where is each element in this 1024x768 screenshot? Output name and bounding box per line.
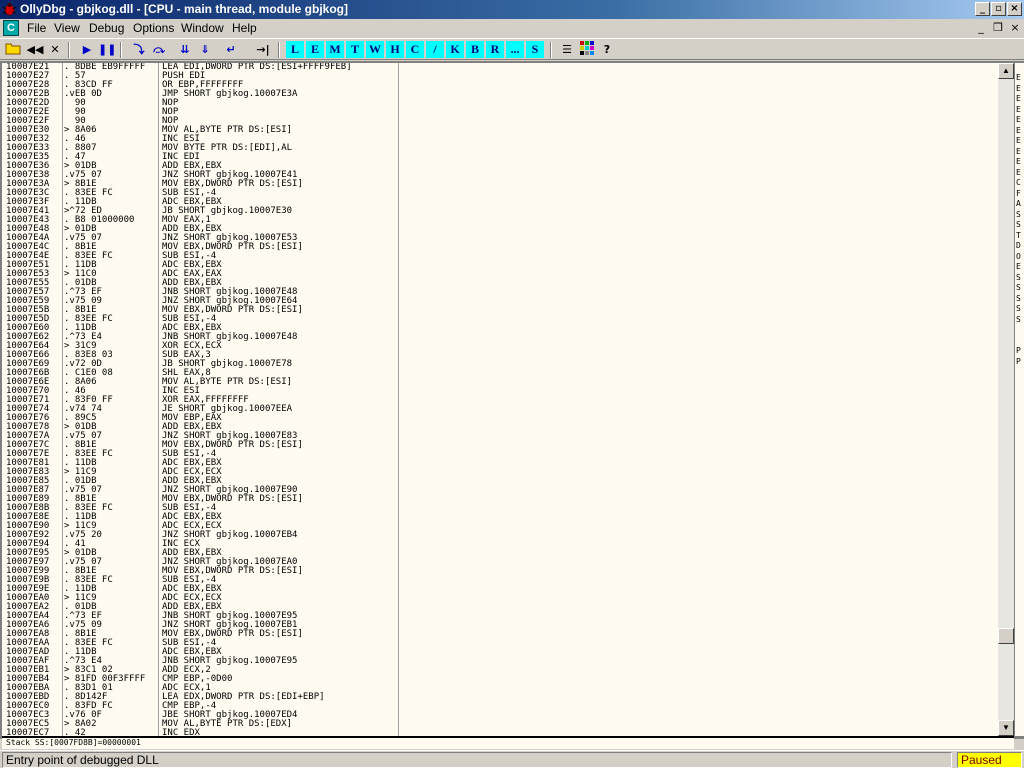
comment-line: E <box>1016 115 1021 124</box>
go-to-icon[interactable]: →| <box>254 41 272 58</box>
comment-line: E <box>1016 94 1021 103</box>
comment-line: S <box>1016 283 1021 292</box>
comment-line: E <box>1016 167 1021 177</box>
modules-window-button[interactable]: E <box>306 41 324 58</box>
ollydbg-bug-icon <box>2 3 17 16</box>
window-title: OllyDbg - gbjkog.dll - [CPU - main threa… <box>20 2 348 16</box>
ollydbg-window: OllyDbg - gbjkog.dll - [CPU - main threa… <box>0 0 1024 768</box>
comment-line: P <box>1016 346 1021 355</box>
cpu-window-icon[interactable]: C <box>3 20 19 36</box>
comment-line: P <box>1016 356 1021 366</box>
minimize-button[interactable]: _ <box>975 2 990 16</box>
help-icon[interactable]: ? <box>598 41 616 58</box>
child-minimize-button[interactable]: _ <box>974 21 988 35</box>
menu-debug[interactable]: Debug <box>89 21 124 35</box>
title-bar[interactable]: OllyDbg - gbjkog.dll - [CPU - main threa… <box>0 0 1024 19</box>
close-program-icon[interactable]: ✕ <box>46 41 64 58</box>
comment-line: E <box>1016 125 1021 135</box>
comment-line: E <box>1016 146 1021 156</box>
disassembly-pane[interactable]: 10007E21. 8DBE EB9FFFFF LEA EDI,DWORD PTR… <box>2 63 998 736</box>
status-state-badge: Paused <box>957 752 1022 768</box>
references-window-button[interactable]: R <box>486 41 504 58</box>
disassembly-row[interactable]: 10007E92 .v75 20 JNZ SHORT gbjkog.10007EB4 <box>2 531 398 540</box>
comment-line: F <box>1016 188 1021 198</box>
comment-line: A <box>1016 199 1021 208</box>
comment-line: D <box>1016 241 1021 250</box>
child-close-button[interactable]: × <box>1008 21 1022 35</box>
comment-line: S <box>1016 304 1021 313</box>
comment-line: O <box>1016 251 1021 261</box>
close-button[interactable]: × <box>1007 2 1022 16</box>
step-into-icon[interactable]: ⤵ <box>130 41 148 58</box>
comment-line: E <box>1016 104 1021 114</box>
menu-view[interactable]: View <box>54 21 80 35</box>
threads-window-button[interactable]: T <box>346 41 364 58</box>
restart-icon[interactable]: ◀◀ <box>26 41 44 58</box>
disassembly-scrollbar[interactable]: ▲ ▼ <box>998 63 1014 736</box>
patches-window-button[interactable]: / <box>426 41 444 58</box>
menu-window[interactable]: Window <box>181 21 224 35</box>
status-bar: Entry point of debugged DLL Paused <box>0 750 1024 768</box>
comment-line: E <box>1016 73 1021 82</box>
status-message: Entry point of debugged DLL <box>2 752 952 768</box>
info-pane: Stack SS:[0007FD8B]=00000001 <box>2 736 1014 749</box>
disassembly-row[interactable]: 10007EC5 > 8A02 MOV AL,BYTE PTR DS:[EDX] <box>2 720 398 729</box>
disassembly-row[interactable]: 10007E30 > 8A06 MOV AL,BYTE PTR DS:[ESI] <box>2 126 398 135</box>
comment-line: S <box>1016 314 1021 324</box>
toolbar: ◀◀ ✕ ▶ ❚❚ ⤵ ⤼ ⇊ ⇓ ↵ →| L E M T W H C / K… <box>0 38 1024 60</box>
run-trace-window-button[interactable]: ... <box>506 41 524 58</box>
disassembly-row[interactable]: 10007E6E. 8A06 MOV AL,BYTE PTR DS:[ESI] <box>2 378 398 387</box>
handles-window-button[interactable]: H <box>386 41 404 58</box>
source-window-button[interactable]: S <box>526 41 544 58</box>
child-restore-button[interactable]: ❐ <box>991 21 1005 35</box>
memory-window-button[interactable]: M <box>326 41 344 58</box>
comment-line: S <box>1016 209 1021 219</box>
disassembly-row[interactable]: 10007E2D 90 NOP <box>2 99 398 108</box>
maximize-button[interactable]: ▫ <box>991 2 1006 16</box>
disassembly-row[interactable]: 10007E33. 8807 MOV BYTE PTR DS:[EDI],AL <box>2 144 398 153</box>
execute-till-return-icon[interactable]: ↵ <box>222 41 240 58</box>
trace-into-icon[interactable]: ⇊ <box>176 41 194 58</box>
open-folder-icon[interactable] <box>4 41 22 58</box>
comment-line: E <box>1016 157 1021 166</box>
log-window-button[interactable]: L <box>286 41 304 58</box>
menu-help[interactable]: Help <box>232 21 257 35</box>
disassembly-asm: JMP SHORT gbjkog.10007E3A <box>162 89 298 99</box>
colors-grid-icon[interactable] <box>578 41 596 58</box>
comment-line: S <box>1016 220 1021 229</box>
menu-bar: C File View Debug Options Window Help _ … <box>0 19 1024 38</box>
comment-line: T <box>1016 230 1021 240</box>
trace-over-icon[interactable]: ⇓ <box>196 41 214 58</box>
step-over-icon[interactable]: ⤼ <box>150 41 168 58</box>
windows-window-button[interactable]: W <box>366 41 384 58</box>
comment-line: E <box>1016 83 1021 93</box>
run-icon[interactable]: ▶ <box>78 41 96 58</box>
breakpoints-window-button[interactable]: B <box>466 41 484 58</box>
disassembly-addr: 10007EC7 <box>6 728 50 737</box>
scroll-down-button[interactable]: ▼ <box>998 720 1014 736</box>
comment-line: C <box>1016 178 1021 187</box>
menu-file[interactable]: File <box>27 21 46 35</box>
comment-line: S <box>1016 293 1021 303</box>
comment-line: E <box>1016 136 1021 145</box>
disassembly-row[interactable]: 10007EC7 . 42 INC EDX <box>2 728 398 737</box>
menu-options[interactable]: Options <box>133 21 174 35</box>
scroll-up-button[interactable]: ▲ <box>998 63 1014 79</box>
comment-line: E <box>1016 262 1021 271</box>
list-view-icon[interactable]: ☰ <box>558 41 576 58</box>
scroll-thumb[interactable] <box>998 628 1014 644</box>
comments-pane[interactable]: EEEEEEEEEECFASSTDOESSSSSPP <box>1015 63 1024 736</box>
cpu-window-button[interactable]: C <box>406 41 424 58</box>
disassembly-hex: . 42 <box>64 728 86 737</box>
disassembly-asm: INC EDX <box>162 728 200 737</box>
disassembly-row[interactable]: 10007E2E 90 NOP <box>2 108 398 117</box>
comment-line: S <box>1016 272 1021 282</box>
disassembly-row[interactable]: 10007E2B .vEB 0D JMP SHORT gbjkog.10007E3A <box>2 90 398 99</box>
pause-icon[interactable]: ❚❚ <box>98 41 116 58</box>
call-stack-window-button[interactable]: K <box>446 41 464 58</box>
